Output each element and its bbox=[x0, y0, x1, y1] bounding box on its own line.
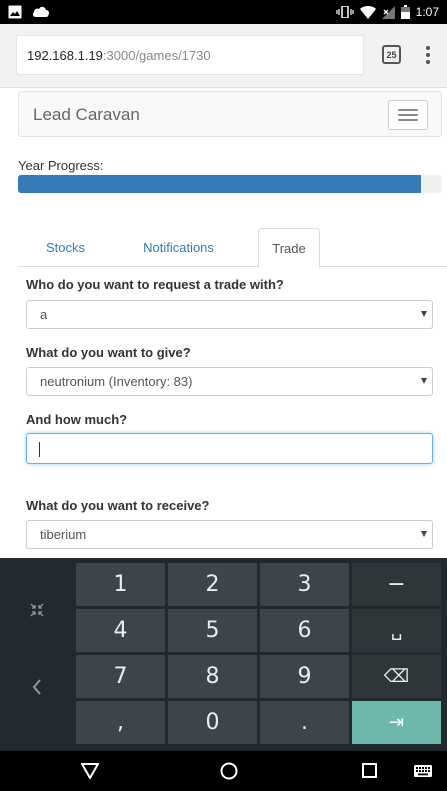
give-label: What do you want to give? bbox=[26, 345, 191, 360]
keyboard-switch-icon[interactable] bbox=[414, 765, 432, 777]
key-period[interactable]: . bbox=[260, 701, 349, 744]
text-cursor bbox=[39, 442, 40, 457]
receive-label: What do you want to receive? bbox=[26, 498, 210, 513]
collapse-keyboard-icon[interactable] bbox=[29, 602, 45, 618]
give-select[interactable]: neutronium (Inventory: 83) bbox=[26, 367, 433, 396]
key-4[interactable]: 4 bbox=[76, 609, 165, 652]
year-progress-bar bbox=[18, 175, 442, 193]
chevron-down-icon bbox=[421, 378, 427, 384]
amount-label: And how much? bbox=[26, 412, 128, 427]
chevron-down-icon bbox=[421, 311, 427, 317]
key-8[interactable]: 8 bbox=[168, 655, 257, 698]
browser-toolbar: 192.168.1.19:3000/games/1730 25 bbox=[0, 24, 447, 88]
progress-label: Year Progress: bbox=[18, 158, 104, 173]
numeric-keyboard: 1 2 3 − 4 5 6 ␣ 7 8 9 ⌫ , 0 . ⇥ bbox=[0, 558, 447, 751]
battery-icon bbox=[400, 5, 410, 19]
key-5[interactable]: 5 bbox=[168, 609, 257, 652]
url-host: 192.168.1.19 bbox=[27, 47, 103, 63]
tab-notifications[interactable]: Notifications bbox=[126, 228, 231, 267]
key-7[interactable]: 7 bbox=[76, 655, 165, 698]
app-navbar: Lead Caravan bbox=[18, 91, 442, 137]
progress-fill bbox=[18, 175, 421, 193]
key-minus[interactable]: − bbox=[352, 563, 441, 606]
back-arrow-icon[interactable] bbox=[32, 678, 42, 696]
key-0[interactable]: 0 bbox=[168, 701, 257, 744]
key-1[interactable]: 1 bbox=[76, 563, 165, 606]
tabs-icon[interactable]: 25 bbox=[382, 45, 401, 64]
home-icon[interactable] bbox=[220, 762, 238, 780]
receive-select[interactable]: tiberium bbox=[26, 520, 433, 549]
key-backspace[interactable]: ⌫ bbox=[352, 655, 441, 698]
tab-stocks[interactable]: Stocks bbox=[18, 228, 113, 267]
signal-icon bbox=[381, 5, 395, 19]
brand-title[interactable]: Lead Caravan bbox=[33, 105, 140, 125]
receive-select-value: tiberium bbox=[40, 527, 87, 542]
key-6[interactable]: 6 bbox=[260, 609, 349, 652]
cloud-icon bbox=[32, 6, 50, 18]
partner-select[interactable]: a bbox=[26, 300, 433, 329]
key-2[interactable]: 2 bbox=[168, 563, 257, 606]
partner-label: Who do you want to request a trade with? bbox=[26, 277, 284, 292]
give-select-value: neutronium (Inventory: 83) bbox=[40, 374, 193, 389]
key-next[interactable]: ⇥ bbox=[352, 701, 441, 744]
key-9[interactable]: 9 bbox=[260, 655, 349, 698]
status-time: 1:07 bbox=[415, 5, 439, 19]
tab-trade[interactable]: Trade bbox=[258, 228, 320, 268]
wifi-icon bbox=[359, 5, 376, 19]
tab-bar: Stocks Notifications Trade bbox=[18, 228, 447, 268]
image-icon bbox=[8, 5, 22, 19]
key-3[interactable]: 3 bbox=[260, 563, 349, 606]
key-space[interactable]: ␣ bbox=[352, 609, 441, 652]
overflow-menu-icon[interactable] bbox=[420, 42, 436, 68]
tab-count: 25 bbox=[386, 49, 397, 60]
hamburger-menu-icon[interactable] bbox=[388, 100, 428, 130]
partner-select-value: a bbox=[40, 307, 48, 322]
system-nav-bar bbox=[0, 751, 447, 791]
chevron-down-icon bbox=[421, 531, 427, 537]
status-bar: 1:07 bbox=[0, 0, 447, 24]
amount-input[interactable] bbox=[26, 433, 433, 464]
key-comma[interactable]: , bbox=[76, 701, 165, 744]
url-bar[interactable]: 192.168.1.19:3000/games/1730 bbox=[16, 35, 364, 75]
recents-icon[interactable] bbox=[362, 763, 377, 778]
back-icon[interactable] bbox=[81, 763, 99, 779]
vibrate-icon bbox=[336, 6, 354, 18]
url-path: :3000/games/1730 bbox=[102, 47, 211, 63]
